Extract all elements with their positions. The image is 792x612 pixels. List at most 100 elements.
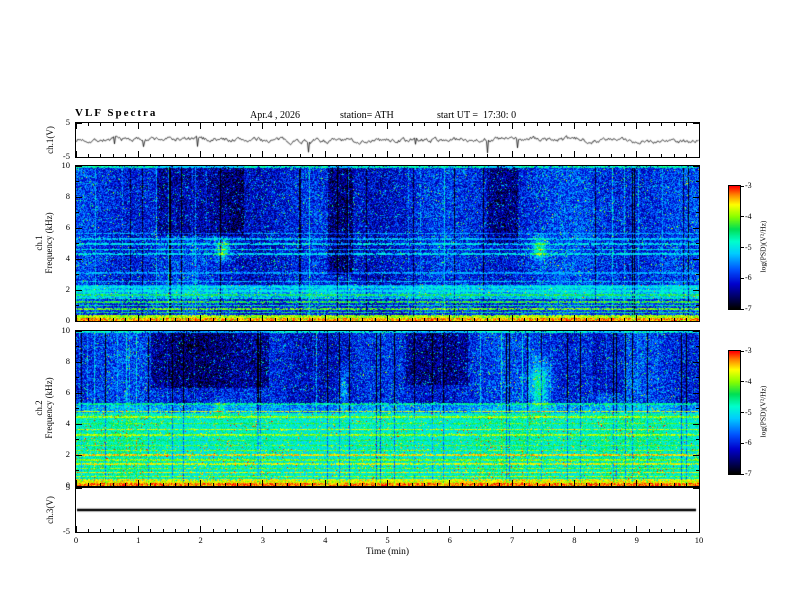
x-tick-label: 3: [260, 535, 266, 545]
axis-tick: [112, 123, 114, 126]
colorbar-tick-label: -3: [745, 346, 752, 355]
axis-tick: [424, 154, 426, 157]
axis-tick: [548, 483, 550, 486]
ch2-axis-label-line2: Frequency (kHz): [44, 377, 54, 439]
axis-tick: [125, 483, 127, 486]
axis-tick: [312, 318, 314, 321]
axis-tick: [75, 123, 77, 129]
axis-tick: [162, 529, 164, 532]
axis-tick: [187, 318, 189, 321]
axis-tick: [693, 392, 699, 394]
axis-tick: [76, 212, 79, 213]
axis-tick: [449, 123, 451, 129]
axis-tick: [399, 483, 401, 486]
axis-tick: [474, 318, 476, 321]
axis-tick: [274, 318, 276, 321]
axis-tick: [287, 154, 289, 157]
axis-tick: [499, 318, 501, 321]
axis-tick: [76, 320, 82, 322]
axis-tick: [349, 318, 351, 321]
axis-tick: [598, 318, 600, 321]
axis-tick: [586, 318, 588, 321]
axis-tick: [693, 122, 699, 124]
ch1-spectrogram-canvas: [76, 166, 699, 321]
axis-tick: [461, 529, 463, 532]
date-text: Apr.4 , 2026: [250, 110, 300, 121]
axis-tick: [76, 408, 79, 409]
axis-tick: [349, 123, 351, 126]
axis-tick: [125, 154, 127, 157]
axis-tick: [249, 123, 251, 126]
axis-tick: [611, 123, 613, 126]
axis-tick: [411, 318, 413, 321]
axis-tick: [337, 529, 339, 532]
axis-tick: [499, 123, 501, 126]
ch2-spectrogram-canvas: [76, 331, 699, 486]
axis-tick: [175, 529, 177, 532]
axis-tick: [162, 154, 164, 157]
axis-tick: [187, 154, 189, 157]
y-tick-label: 4: [65, 253, 70, 263]
axis-tick: [76, 423, 82, 425]
axis-tick: [486, 529, 488, 532]
axis-tick: [449, 480, 451, 486]
axis-tick: [76, 454, 82, 456]
axis-tick: [499, 154, 501, 157]
axis-tick: [87, 318, 89, 321]
axis-tick: [312, 529, 314, 532]
x-tick-label: 1: [136, 535, 141, 545]
axis-tick: [474, 529, 476, 532]
axis-tick: [548, 154, 550, 157]
axis-tick: [611, 154, 613, 157]
axis-tick: [424, 483, 426, 486]
x-tick-label: 8: [572, 535, 577, 545]
axis-tick: [461, 154, 463, 157]
axis-tick: [212, 154, 214, 157]
axis-tick: [524, 154, 526, 157]
axis-tick: [474, 154, 476, 157]
ch2-axis-label-line1: ch.2: [34, 400, 44, 416]
axis-tick: [636, 526, 638, 532]
y-tick-label: 5: [65, 482, 70, 492]
axis-tick: [424, 318, 426, 321]
axis-tick: [200, 480, 202, 486]
axis-tick: [249, 483, 251, 486]
axis-tick: [349, 154, 351, 157]
axis-tick: [76, 330, 82, 332]
axis-tick: [349, 529, 351, 532]
axis-tick: [623, 123, 625, 126]
y-tick-label: 4: [65, 418, 70, 428]
x-tick-label: 7: [509, 535, 515, 545]
axis-tick: [374, 529, 376, 532]
axis-tick: [225, 123, 227, 126]
axis-tick: [611, 483, 613, 486]
axis-tick: [374, 318, 376, 321]
axis-tick: [87, 154, 89, 157]
axis-tick: [225, 318, 227, 321]
axis-tick: [686, 318, 688, 321]
axis-tick: [486, 154, 488, 157]
axis-tick: [337, 123, 339, 126]
axis-tick: [76, 346, 79, 347]
y-tick-label: 6: [65, 222, 70, 232]
axis-tick: [299, 318, 301, 321]
axis-tick: [287, 318, 289, 321]
axis-tick: [693, 320, 699, 322]
axis-tick: [499, 483, 501, 486]
axis-tick: [461, 123, 463, 126]
axis-tick: [299, 123, 301, 126]
axis-tick: [686, 483, 688, 486]
axis-tick: [212, 529, 214, 532]
axis-tick: [499, 529, 501, 532]
axis-tick: [76, 289, 82, 291]
axis-tick: [200, 315, 202, 321]
axis-tick: [648, 529, 650, 532]
axis-tick: [237, 318, 239, 321]
time-axis-label: Time (min): [365, 547, 410, 557]
axis-tick: [76, 377, 79, 378]
ch1-colorbar-canvas: [729, 186, 740, 309]
axis-tick: [661, 529, 663, 532]
axis-tick: [100, 483, 102, 486]
axis-tick: [474, 483, 476, 486]
axis-tick: [636, 151, 638, 157]
